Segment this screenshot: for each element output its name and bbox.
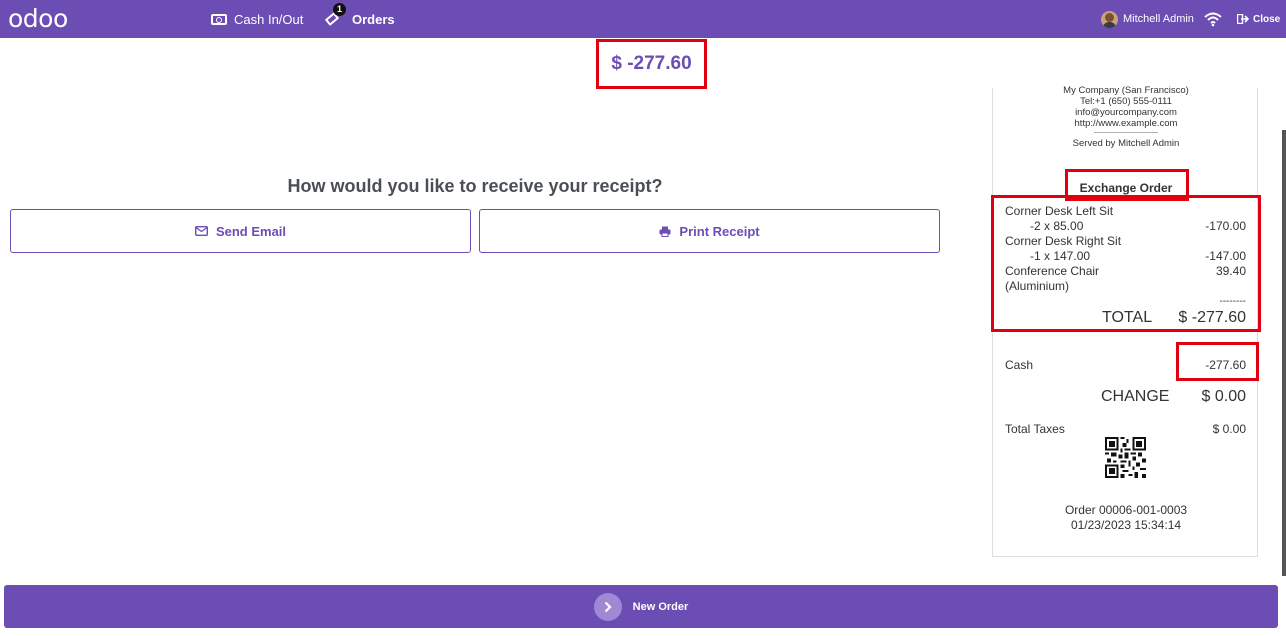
chevron-right-icon <box>593 592 622 621</box>
total-value: $ -277.60 <box>1178 309 1246 326</box>
printer-icon <box>659 226 671 237</box>
order-date: 01/23/2023 15:34:14 <box>1070 518 1182 532</box>
payment-method: Cash <box>1005 358 1034 372</box>
order-info: Order 00006-001-0003 01/23/2023 15:34:14 <box>993 503 1259 533</box>
taxes-value: $ 0.00 <box>1212 422 1246 436</box>
odoo-logo: odoo <box>8 3 68 33</box>
user-menu[interactable]: Mitchell Admin <box>1101 0 1194 38</box>
payment-amount: -277.60 <box>1205 358 1246 372</box>
line-amount: -147.00 <box>1205 249 1246 263</box>
company-phone: Tel:+1 (650) 555-0111 <box>1080 96 1172 107</box>
total-label: TOTAL <box>1102 309 1153 326</box>
amount-highlight: $ -277.60 <box>596 39 707 89</box>
orders-button[interactable]: 1 Orders <box>324 0 395 38</box>
line-amount: -170.00 <box>1205 219 1246 233</box>
line-qty-price: -2 x 85.00 <box>1030 219 1084 233</box>
cash-in-out-button[interactable]: Cash In/Out <box>211 0 303 38</box>
taxes-label: Total Taxes <box>1005 422 1065 436</box>
orders-label: Orders <box>352 11 395 27</box>
qr-code <box>1105 437 1146 478</box>
send-email-label: Send Email <box>215 223 287 239</box>
close-button[interactable]: Close <box>1237 0 1280 38</box>
order-total-amount: $ -277.60 <box>611 53 692 74</box>
user-name: Mitchell Admin <box>1123 13 1194 25</box>
close-label: Close <box>1253 13 1281 25</box>
total-separator: -------- <box>1219 296 1246 307</box>
new-order-label: New Order <box>632 600 689 613</box>
header-separator: -------------------------------- <box>1094 130 1158 136</box>
sign-out-icon <box>1237 14 1249 24</box>
cash-in-out-label: Cash In/Out <box>234 11 304 27</box>
envelope-icon <box>194 226 208 236</box>
change-value: $ 0.00 <box>1201 388 1246 405</box>
order-reference: Order 00006-001-0003 <box>1064 503 1188 517</box>
receipt-question: How would you like to receive your recei… <box>287 176 663 196</box>
line-product-variant: (Aluminium) <box>1005 279 1070 293</box>
send-email-button[interactable]: Send Email <box>10 209 471 253</box>
scrollbar[interactable] <box>1282 130 1286 576</box>
money-icon <box>211 13 227 25</box>
line-product-name: Corner Desk Left Sit <box>1005 204 1114 218</box>
wifi-icon[interactable] <box>1204 11 1222 27</box>
avatar <box>1101 10 1118 28</box>
orders-count-badge: 1 <box>333 3 346 16</box>
print-receipt-label: Print Receipt <box>679 223 760 239</box>
line-product-name: Corner Desk Right Sit <box>1005 234 1122 248</box>
new-order-button[interactable]: New Order <box>4 585 1278 628</box>
line-amount: 39.40 <box>1215 264 1246 278</box>
print-receipt-button[interactable]: Print Receipt <box>479 209 940 253</box>
company-name: My Company (San Francisco) <box>1063 85 1189 96</box>
top-navbar: odoo Cash In/Out 1 Orders Mitchell Admin… <box>0 0 1286 38</box>
receipt-preview: My Company (San Francisco) Tel:+1 (650) … <box>991 85 1261 557</box>
ticket-icon: 1 <box>324 3 346 27</box>
line-qty-price: -1 x 147.00 <box>1030 249 1091 263</box>
company-email: info@yourcompany.com <box>1075 107 1177 118</box>
company-info: My Company (San Francisco) Tel:+1 (650) … <box>993 85 1259 149</box>
change-label: CHANGE <box>1101 388 1170 405</box>
company-website: http://www.example.com <box>1074 118 1178 129</box>
served-by: Served by Mitchell Admin <box>1072 138 1180 149</box>
receipt-title: Exchange Order <box>1079 181 1173 195</box>
line-product-name: Conference Chair <box>1005 264 1100 278</box>
